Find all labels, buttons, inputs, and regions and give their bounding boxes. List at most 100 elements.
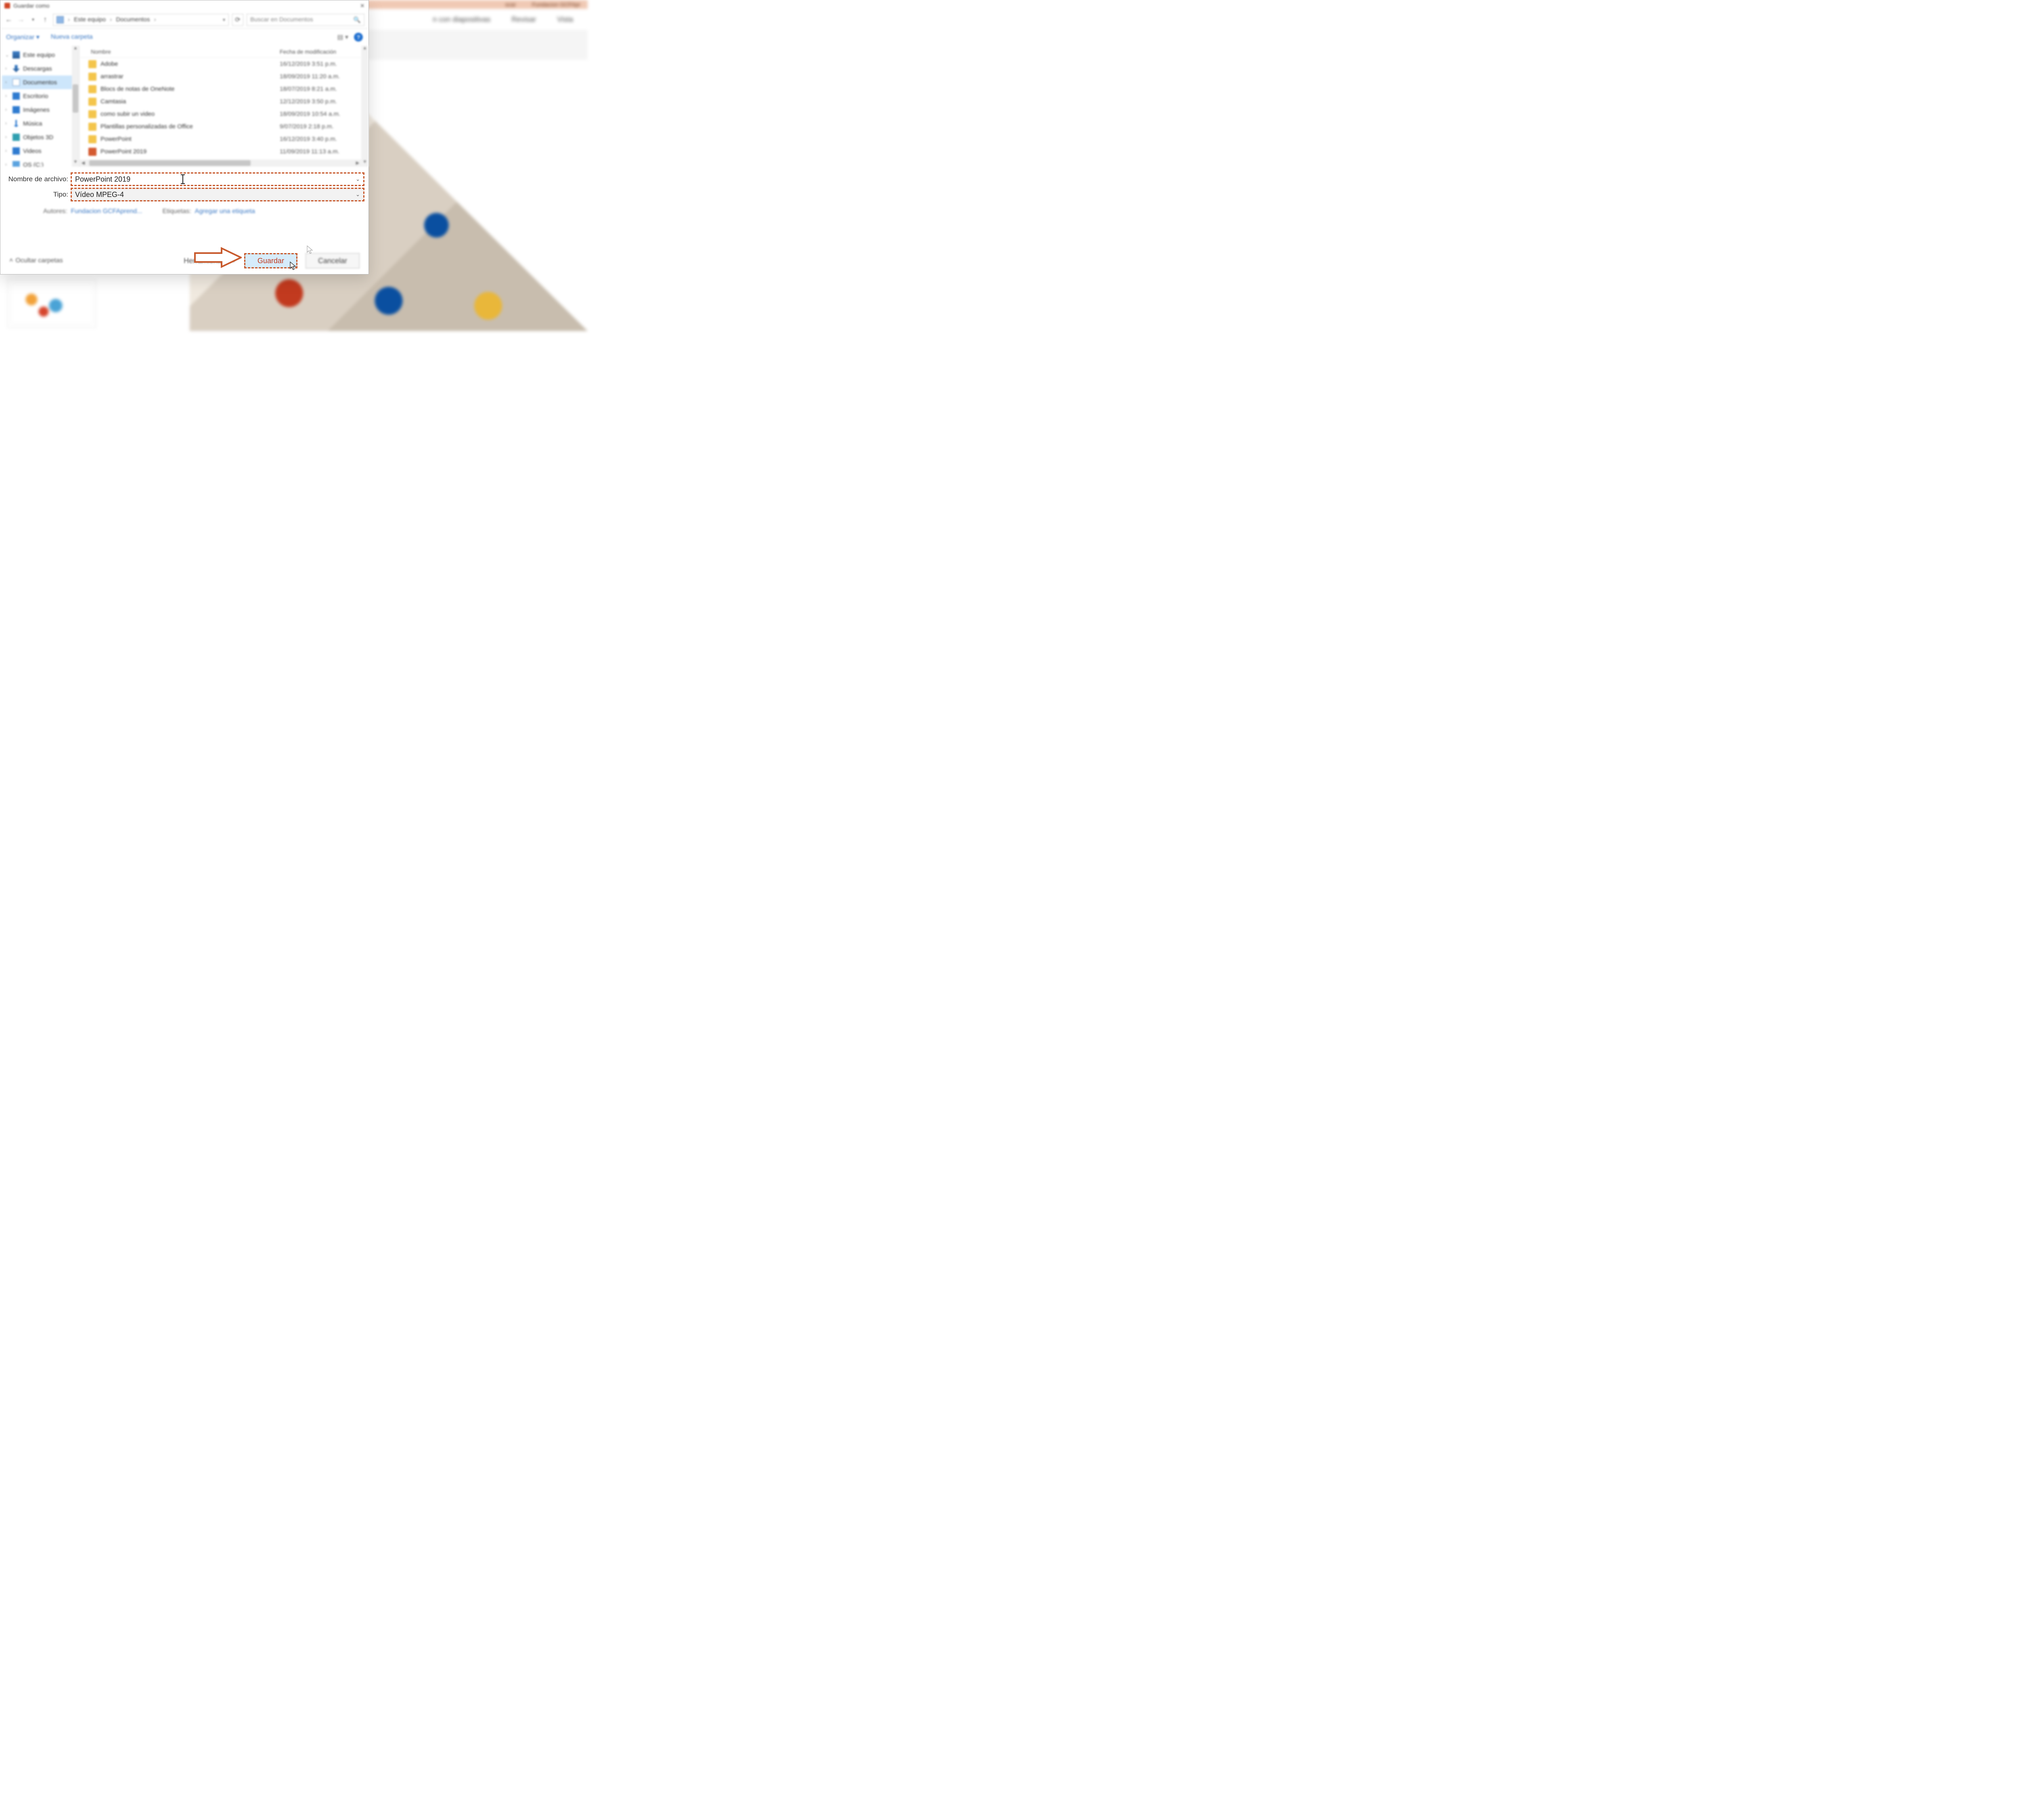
view-options-button[interactable]: ▤ ▾	[337, 33, 348, 41]
annotation-arrow-icon	[193, 247, 242, 268]
file-name: arrastrar	[100, 73, 280, 80]
file-row[interactable]: como subir un video18/09/2019 10:54 a.m.	[80, 108, 368, 120]
type-label: Tipo:	[3, 191, 71, 199]
scroll-down-icon[interactable]: ▼	[361, 159, 368, 167]
back-button[interactable]: ←	[4, 15, 13, 24]
folder-icon	[88, 60, 96, 68]
tree-scrollbar[interactable]: ▲ ▼	[72, 46, 79, 167]
expander-icon[interactable]: ⌄	[5, 52, 9, 58]
cancel-button[interactable]: Cancelar	[306, 253, 360, 268]
scroll-thumb[interactable]	[89, 160, 251, 166]
ribbon-tab-view[interactable]: Vista	[557, 15, 573, 24]
tree-item-desk[interactable]: ›Escritorio	[2, 89, 79, 103]
desk-icon	[13, 92, 20, 100]
tree-item-dl[interactable]: ›Descargas	[2, 62, 79, 75]
file-scrollbar-h[interactable]: ◀ ▶	[80, 159, 361, 167]
file-date: 18/09/2019 11:20 a.m.	[280, 73, 368, 80]
up-button[interactable]: ↑	[41, 15, 50, 24]
refresh-button[interactable]: ⟳	[232, 14, 243, 26]
expander-icon[interactable]: ›	[5, 66, 9, 71]
dl-icon	[13, 65, 20, 72]
tree-item-img[interactable]: ›Imágenes	[2, 103, 79, 117]
search-icon[interactable]: 🔍	[353, 16, 361, 23]
ribbon-tab-slideshow[interactable]: n con diapositivas	[433, 15, 490, 24]
expander-icon[interactable]: ›	[5, 149, 9, 153]
scroll-thumb[interactable]	[73, 84, 78, 113]
file-list[interactable]: Nombre Fecha de modificación Adobe16/12/…	[80, 46, 368, 167]
file-date: 18/09/2019 10:54 a.m.	[280, 111, 368, 117]
folder-icon	[88, 135, 96, 143]
col-name[interactable]: Nombre	[80, 48, 280, 55]
tags-value[interactable]: Agregar una etiqueta	[195, 208, 255, 215]
hide-folders-toggle[interactable]: ˄ Ocultar carpetas	[9, 257, 63, 264]
forward-button[interactable]: →	[17, 15, 25, 24]
file-name: Blocs de notas de OneNote	[100, 86, 280, 92]
folder-icon	[88, 123, 96, 131]
expander-icon[interactable]: ›	[5, 135, 9, 140]
folder-tree[interactable]: ⌄Este equipo›Descargas›Documentos›Escrit…	[0, 46, 80, 167]
breadcrumb[interactable]: › Este equipo › Documentos › ▾	[53, 14, 229, 26]
expander-icon[interactable]: ›	[5, 107, 9, 112]
search-input[interactable]: Buscar en Documentos 🔍	[247, 14, 364, 26]
chevron-down-icon[interactable]: ⌄	[356, 191, 360, 198]
chevron-up-icon: ˄	[9, 257, 13, 264]
type-select[interactable]: Vídeo MPEG-4 ⌄	[71, 188, 364, 201]
breadcrumb-root[interactable]: Este equipo	[74, 16, 106, 23]
tree-item-label: Música	[23, 120, 42, 127]
meta-row: Autores: Fundacion GCFAprend... Etiqueta…	[3, 203, 364, 215]
file-scrollbar-v[interactable]: ▲ ▼	[361, 46, 368, 167]
tree-item-3d[interactable]: › Objetos 3D	[2, 130, 79, 144]
close-icon[interactable]: ×	[360, 2, 364, 10]
file-name: Adobe	[100, 61, 280, 67]
file-name: PowerPoint 2019	[100, 148, 280, 155]
scroll-up-icon[interactable]: ▲	[361, 46, 368, 53]
file-row[interactable]: PowerPoint16/12/2019 3:40 p.m.	[80, 133, 368, 145]
chevron-down-icon[interactable]: ▾	[223, 17, 225, 23]
file-date: 16/12/2019 3:51 p.m.	[280, 61, 368, 67]
file-date: 12/12/2019 3:50 p.m.	[280, 98, 368, 105]
search-placeholder: Buscar en Documentos	[250, 16, 313, 23]
file-row[interactable]: Plantillas personalizadas de Office9/07/…	[80, 120, 368, 133]
chevron-down-icon[interactable]: ⌄	[356, 176, 360, 182]
file-row[interactable]: PowerPoint 201911/09/2019 11:13 a.m.	[80, 145, 368, 158]
tree-item-pc[interactable]: ⌄Este equipo	[2, 48, 79, 62]
col-modified[interactable]: Fecha de modificación	[280, 48, 368, 55]
tree-item-mus[interactable]: › Música	[2, 117, 79, 130]
doc-icon	[13, 79, 20, 86]
ribbon-tab-review[interactable]: Revisar	[511, 15, 536, 24]
scroll-right-icon[interactable]: ▶	[354, 159, 361, 167]
help-icon[interactable]: ?	[354, 33, 363, 42]
organize-menu[interactable]: Organizar ▾	[6, 33, 40, 41]
recent-dropdown[interactable]: ▾	[29, 17, 38, 22]
tree-item-label: Documentos	[23, 79, 57, 86]
scroll-down-icon[interactable]: ▼	[72, 159, 79, 167]
tree-item-label: OS (C:)	[23, 161, 44, 167]
tree-item-label: Objetos 3D	[23, 134, 53, 141]
chevron-right-icon: ›	[154, 16, 156, 23]
img-icon	[13, 106, 20, 113]
file-name: PowerPoint	[100, 136, 280, 142]
file-row[interactable]: Adobe16/12/2019 3:51 p.m.	[80, 58, 368, 70]
tree-item-drv[interactable]: › OS (C:)	[2, 158, 79, 167]
file-row[interactable]: Camtasia12/12/2019 3:50 p.m.	[80, 95, 368, 108]
scroll-left-icon[interactable]: ◀	[80, 159, 87, 167]
filename-input[interactable]: PowerPoint 2019 ⌄	[71, 172, 364, 186]
filename-label: Nombre de archivo:	[3, 175, 71, 183]
file-row[interactable]: arrastrar18/09/2019 11:20 a.m.	[80, 70, 368, 83]
expander-icon[interactable]: ›	[5, 80, 9, 85]
slide-thumbnail[interactable]	[7, 279, 96, 328]
scroll-up-icon[interactable]: ▲	[72, 46, 79, 53]
3d-icon	[13, 134, 20, 141]
breadcrumb-folder[interactable]: Documentos	[116, 16, 150, 23]
pc-icon	[57, 16, 64, 23]
expander-icon[interactable]: ›	[5, 162, 9, 167]
save-as-dialog: Guardar como × ← → ▾ ↑ › Este equipo › D…	[0, 0, 369, 274]
file-row[interactable]: Blocs de notas de OneNote18/07/2019 8:21…	[80, 83, 368, 95]
tree-item-vid[interactable]: ›Videos	[2, 144, 79, 158]
tree-item-doc[interactable]: › Documentos	[2, 75, 79, 89]
expander-icon[interactable]: ›	[5, 121, 9, 126]
expander-icon[interactable]: ›	[5, 94, 9, 98]
authors-value[interactable]: Fundacion GCFAprend...	[71, 208, 142, 215]
new-folder-button[interactable]: Nueva carpeta	[51, 34, 93, 41]
powerpoint-icon	[4, 3, 10, 8]
